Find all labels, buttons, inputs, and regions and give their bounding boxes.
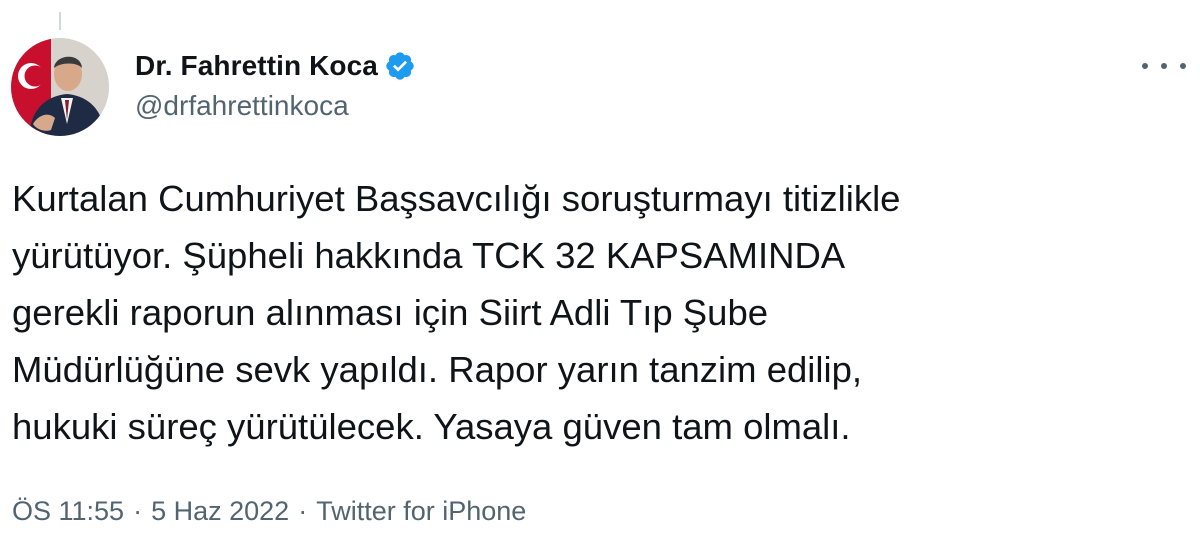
tweet-source[interactable]: Twitter for iPhone	[316, 496, 526, 527]
more-dot	[1161, 63, 1167, 69]
thread-line	[59, 12, 61, 30]
more-dot	[1180, 63, 1186, 69]
more-options-icon[interactable]	[1142, 56, 1186, 76]
user-handle[interactable]: @drfahrettinkoca	[135, 90, 416, 122]
display-name[interactable]: Dr. Fahrettin Koca	[135, 50, 378, 82]
author-block: Dr. Fahrettin Koca @drfahrettinkoca	[135, 46, 416, 126]
name-row: Dr. Fahrettin Koca	[135, 46, 416, 86]
tweet-card: Dr. Fahrettin Koca @drfahrettinkoca Kurt…	[0, 0, 1200, 553]
verified-badge-icon	[384, 50, 416, 82]
tweet-text: Kurtalan Cumhuriyet Başsavcılığı soruştu…	[12, 178, 901, 447]
meta-separator: ·	[133, 496, 143, 526]
tweet-date[interactable]: 5 Haz 2022	[151, 496, 289, 527]
meta-separator: ·	[298, 496, 308, 526]
tweet-time[interactable]: ÖS 11:55	[12, 496, 124, 527]
profile-photo-icon	[11, 38, 109, 136]
more-dot	[1142, 63, 1148, 69]
tweet-meta: ÖS 11:55 · 5 Haz 2022 · Twitter for iPho…	[12, 496, 526, 527]
avatar[interactable]	[11, 38, 109, 136]
